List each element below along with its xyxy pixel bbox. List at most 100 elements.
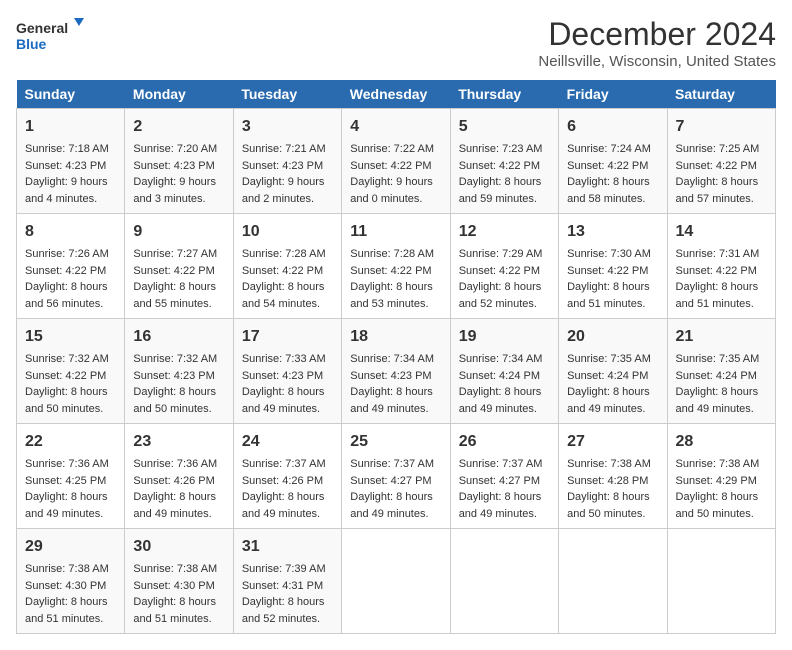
calendar-table: Sunday Monday Tuesday Wednesday Thursday…: [16, 80, 776, 634]
sunrise: Sunrise: 7:29 AM: [459, 248, 543, 260]
day-number: 24: [242, 430, 333, 454]
sunset: Sunset: 4:26 PM: [133, 475, 214, 487]
sunrise: Sunrise: 7:38 AM: [676, 458, 760, 470]
calendar-body: 1 Sunrise: 7:18 AM Sunset: 4:23 PM Dayli…: [17, 109, 776, 634]
sunset: Sunset: 4:22 PM: [25, 265, 106, 277]
sunrise: Sunrise: 7:26 AM: [25, 248, 109, 260]
sunset: Sunset: 4:30 PM: [25, 580, 106, 592]
daylight: Daylight: 8 hours and 55 minutes.: [133, 281, 216, 310]
table-row: 4 Sunrise: 7:22 AM Sunset: 4:22 PM Dayli…: [342, 109, 450, 214]
day-number: 18: [350, 325, 441, 349]
day-number: 29: [25, 535, 116, 559]
sunrise: Sunrise: 7:25 AM: [676, 143, 760, 155]
daylight: Daylight: 9 hours and 4 minutes.: [25, 176, 108, 205]
daylight: Daylight: 8 hours and 57 minutes.: [676, 176, 759, 205]
sunset: Sunset: 4:23 PM: [25, 160, 106, 172]
table-row: [667, 529, 775, 634]
sunset: Sunset: 4:24 PM: [676, 370, 757, 382]
calendar-header: Sunday Monday Tuesday Wednesday Thursday…: [17, 80, 776, 109]
day-number: 21: [676, 325, 767, 349]
daylight: Daylight: 8 hours and 49 minutes.: [25, 491, 108, 520]
table-row: 10 Sunrise: 7:28 AM Sunset: 4:22 PM Dayl…: [233, 214, 341, 319]
sunrise: Sunrise: 7:37 AM: [350, 458, 434, 470]
sunset: Sunset: 4:27 PM: [459, 475, 540, 487]
daylight: Daylight: 8 hours and 49 minutes.: [567, 386, 650, 415]
table-row: 22 Sunrise: 7:36 AM Sunset: 4:25 PM Dayl…: [17, 424, 125, 529]
sunrise: Sunrise: 7:35 AM: [676, 353, 760, 365]
sunrise: Sunrise: 7:30 AM: [567, 248, 651, 260]
sunset: Sunset: 4:22 PM: [567, 160, 648, 172]
header-thursday: Thursday: [450, 80, 558, 109]
table-row: 14 Sunrise: 7:31 AM Sunset: 4:22 PM Dayl…: [667, 214, 775, 319]
table-row: [450, 529, 558, 634]
daylight: Daylight: 9 hours and 0 minutes.: [350, 176, 433, 205]
daylight: Daylight: 8 hours and 49 minutes.: [459, 491, 542, 520]
day-number: 20: [567, 325, 658, 349]
sunset: Sunset: 4:29 PM: [676, 475, 757, 487]
day-number: 19: [459, 325, 550, 349]
day-number: 30: [133, 535, 224, 559]
day-number: 23: [133, 430, 224, 454]
daylight: Daylight: 8 hours and 49 minutes.: [242, 491, 325, 520]
daylight: Daylight: 8 hours and 51 minutes.: [676, 281, 759, 310]
header-monday: Monday: [125, 80, 233, 109]
day-number: 26: [459, 430, 550, 454]
day-number: 9: [133, 220, 224, 244]
sunset: Sunset: 4:24 PM: [459, 370, 540, 382]
day-number: 2: [133, 115, 224, 139]
table-row: 1 Sunrise: 7:18 AM Sunset: 4:23 PM Dayli…: [17, 109, 125, 214]
daylight: Daylight: 8 hours and 49 minutes.: [676, 386, 759, 415]
day-number: 6: [567, 115, 658, 139]
daylight: Daylight: 9 hours and 3 minutes.: [133, 176, 216, 205]
day-number: 22: [25, 430, 116, 454]
sunrise: Sunrise: 7:28 AM: [242, 248, 326, 260]
sunset: Sunset: 4:22 PM: [350, 160, 431, 172]
table-row: 8 Sunrise: 7:26 AM Sunset: 4:22 PM Dayli…: [17, 214, 125, 319]
daylight: Daylight: 8 hours and 58 minutes.: [567, 176, 650, 205]
sunrise: Sunrise: 7:32 AM: [25, 353, 109, 365]
sunrise: Sunrise: 7:23 AM: [459, 143, 543, 155]
table-row: 11 Sunrise: 7:28 AM Sunset: 4:22 PM Dayl…: [342, 214, 450, 319]
sunset: Sunset: 4:22 PM: [350, 265, 431, 277]
daylight: Daylight: 8 hours and 54 minutes.: [242, 281, 325, 310]
title-block: December 2024 Neillsville, Wisconsin, Un…: [538, 16, 776, 70]
daylight: Daylight: 8 hours and 52 minutes.: [242, 596, 325, 625]
daylight: Daylight: 8 hours and 49 minutes.: [350, 491, 433, 520]
day-number: 25: [350, 430, 441, 454]
header-wednesday: Wednesday: [342, 80, 450, 109]
sunrise: Sunrise: 7:38 AM: [567, 458, 651, 470]
day-number: 31: [242, 535, 333, 559]
sunrise: Sunrise: 7:36 AM: [25, 458, 109, 470]
sunrise: Sunrise: 7:37 AM: [242, 458, 326, 470]
sunrise: Sunrise: 7:22 AM: [350, 143, 434, 155]
sunset: Sunset: 4:23 PM: [133, 160, 214, 172]
main-title: December 2024: [538, 16, 776, 53]
day-number: 28: [676, 430, 767, 454]
daylight: Daylight: 8 hours and 49 minutes.: [242, 386, 325, 415]
day-number: 1: [25, 115, 116, 139]
sunset: Sunset: 4:22 PM: [567, 265, 648, 277]
table-row: 16 Sunrise: 7:32 AM Sunset: 4:23 PM Dayl…: [125, 319, 233, 424]
day-number: 14: [676, 220, 767, 244]
sunset: Sunset: 4:22 PM: [133, 265, 214, 277]
sunrise: Sunrise: 7:33 AM: [242, 353, 326, 365]
daylight: Daylight: 8 hours and 49 minutes.: [350, 386, 433, 415]
table-row: 12 Sunrise: 7:29 AM Sunset: 4:22 PM Dayl…: [450, 214, 558, 319]
header-friday: Friday: [559, 80, 667, 109]
sunset: Sunset: 4:22 PM: [676, 265, 757, 277]
sunset: Sunset: 4:22 PM: [242, 265, 323, 277]
table-row: 31 Sunrise: 7:39 AM Sunset: 4:31 PM Dayl…: [233, 529, 341, 634]
daylight: Daylight: 8 hours and 51 minutes.: [25, 596, 108, 625]
sunrise: Sunrise: 7:21 AM: [242, 143, 326, 155]
sunset: Sunset: 4:22 PM: [676, 160, 757, 172]
sunset: Sunset: 4:23 PM: [133, 370, 214, 382]
sunrise: Sunrise: 7:27 AM: [133, 248, 217, 260]
table-row: 13 Sunrise: 7:30 AM Sunset: 4:22 PM Dayl…: [559, 214, 667, 319]
table-row: 19 Sunrise: 7:34 AM Sunset: 4:24 PM Dayl…: [450, 319, 558, 424]
sunrise: Sunrise: 7:32 AM: [133, 353, 217, 365]
day-number: 12: [459, 220, 550, 244]
daylight: Daylight: 8 hours and 59 minutes.: [459, 176, 542, 205]
sunrise: Sunrise: 7:36 AM: [133, 458, 217, 470]
sunset: Sunset: 4:24 PM: [567, 370, 648, 382]
daylight: Daylight: 8 hours and 49 minutes.: [459, 386, 542, 415]
